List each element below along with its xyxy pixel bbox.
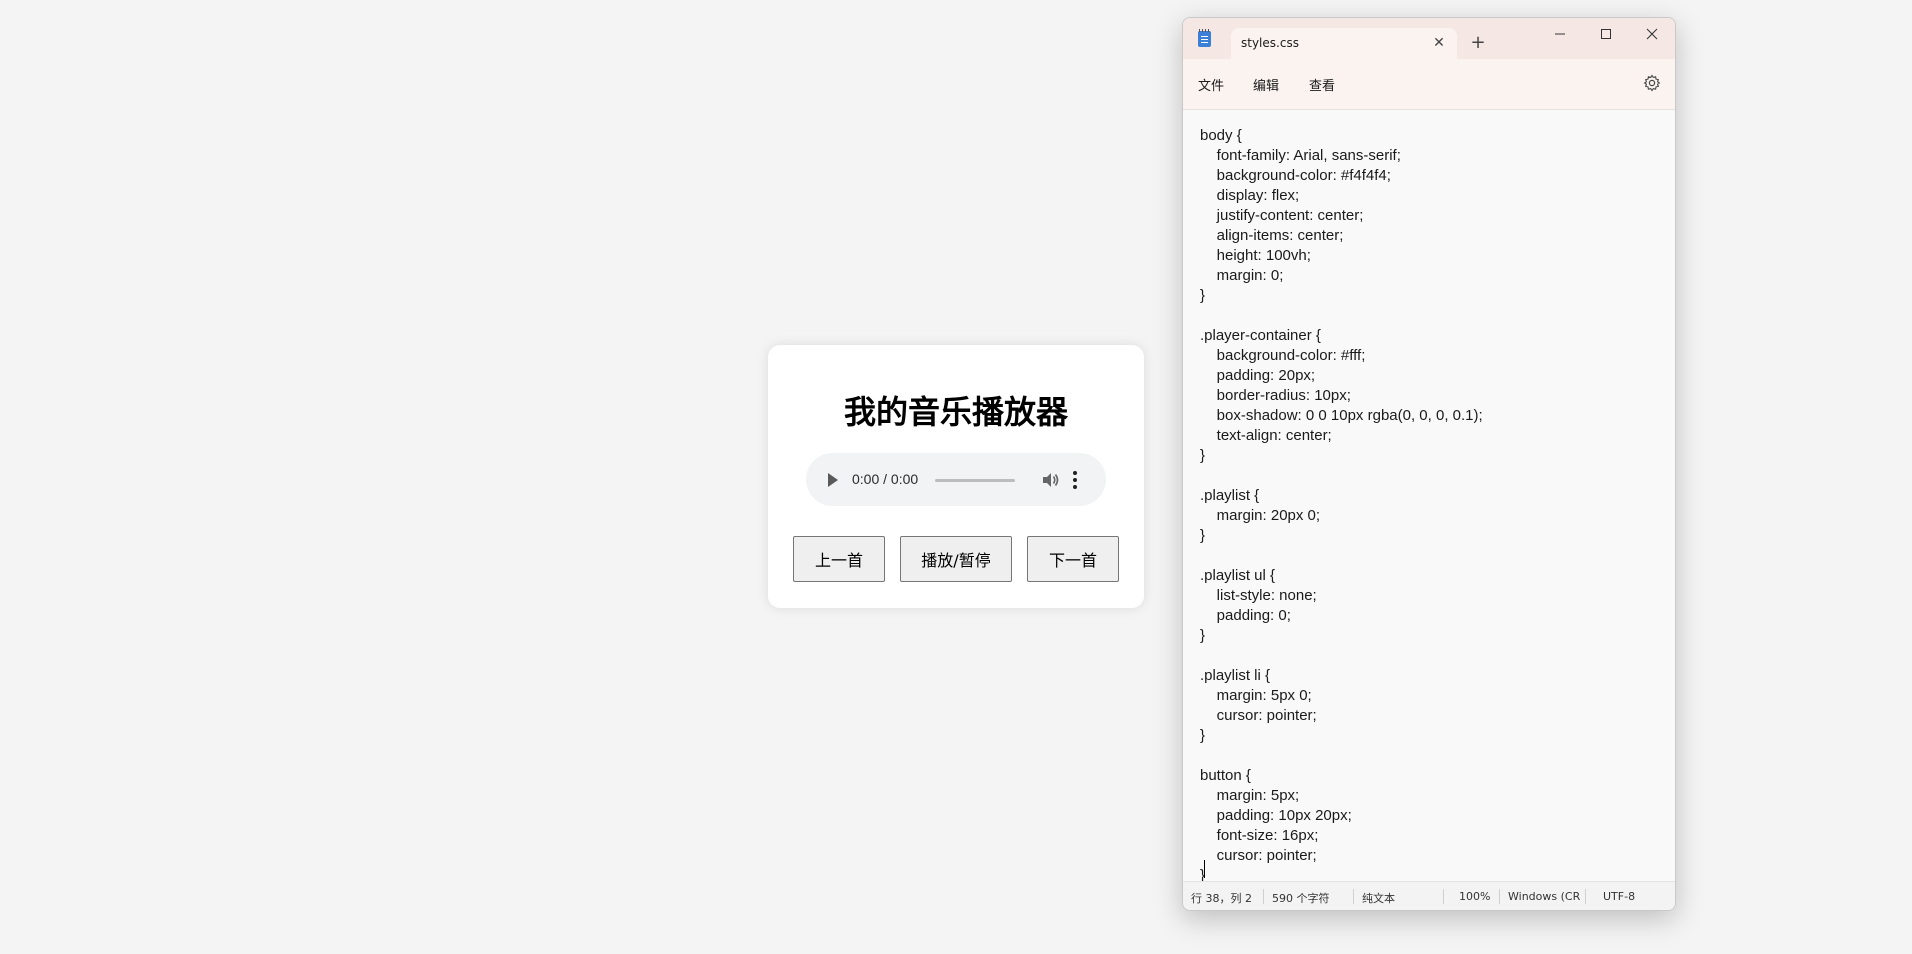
tab-styles-css[interactable]: styles.css ✕ (1231, 28, 1457, 60)
audio-progress-bar[interactable] (935, 479, 1015, 482)
notepad-window: styles.css ✕ + 文件 编辑 查看 body {font-fami… (1182, 17, 1676, 911)
title-bar[interactable]: styles.css ✕ + (1183, 18, 1675, 60)
status-char-count: 590 个字符 (1272, 892, 1330, 905)
menu-bar: 文件 编辑 查看 (1183, 59, 1675, 110)
notepad-icon (1198, 29, 1211, 47)
play-pause-button[interactable]: 播放/暂停 (900, 536, 1012, 582)
maximize-icon (1601, 29, 1611, 39)
audio-player[interactable]: 0:00 / 0:00 (806, 453, 1106, 506)
volume-icon[interactable] (1040, 470, 1060, 490)
close-icon (1646, 28, 1658, 40)
status-divider (1353, 889, 1354, 904)
status-divider (1443, 889, 1444, 904)
next-button[interactable]: 下一首 (1027, 536, 1119, 582)
minimize-icon (1555, 33, 1565, 35)
status-cursor-position: 行 38，列 2 (1191, 892, 1252, 905)
play-icon[interactable] (828, 473, 838, 487)
text-editor[interactable]: body { font-family: Arial, sans-serif; b… (1183, 110, 1675, 890)
close-tab-icon[interactable]: ✕ (1429, 33, 1449, 53)
status-zoom[interactable]: 100% (1459, 890, 1490, 903)
prev-button[interactable]: 上一首 (793, 536, 885, 582)
status-divider (1585, 889, 1586, 904)
menu-file[interactable]: 文件 (1194, 73, 1228, 96)
maximize-button[interactable] (1583, 18, 1629, 50)
close-window-button[interactable] (1629, 18, 1675, 50)
audio-time: 0:00 / 0:00 (852, 471, 919, 487)
menu-view[interactable]: 查看 (1305, 73, 1339, 96)
settings-gear-icon[interactable] (1643, 74, 1661, 92)
tab-title: styles.css (1241, 36, 1299, 50)
player-title: 我的音乐播放器 (843, 393, 1068, 431)
status-format: 纯文本 (1362, 892, 1395, 905)
status-line-ending[interactable]: Windows (CR (1508, 890, 1580, 903)
menu-edit[interactable]: 编辑 (1249, 73, 1283, 96)
status-divider (1499, 889, 1500, 904)
minimize-button[interactable] (1537, 18, 1583, 50)
new-tab-icon[interactable]: + (1468, 33, 1488, 53)
editor-content[interactable]: body { font-family: Arial, sans-serif; b… (1200, 126, 1483, 886)
player-container: 我的音乐播放器 0:00 / 0:00 上一首 播放/暂停 下一首 (768, 345, 1144, 608)
status-encoding[interactable]: UTF-8 (1603, 890, 1635, 903)
status-divider (1263, 889, 1264, 904)
text-caret (1204, 860, 1205, 878)
status-bar: 行 38，列 2 590 个字符 纯文本 100% Windows (CR UT… (1183, 881, 1675, 910)
more-options-icon[interactable] (1071, 469, 1079, 491)
